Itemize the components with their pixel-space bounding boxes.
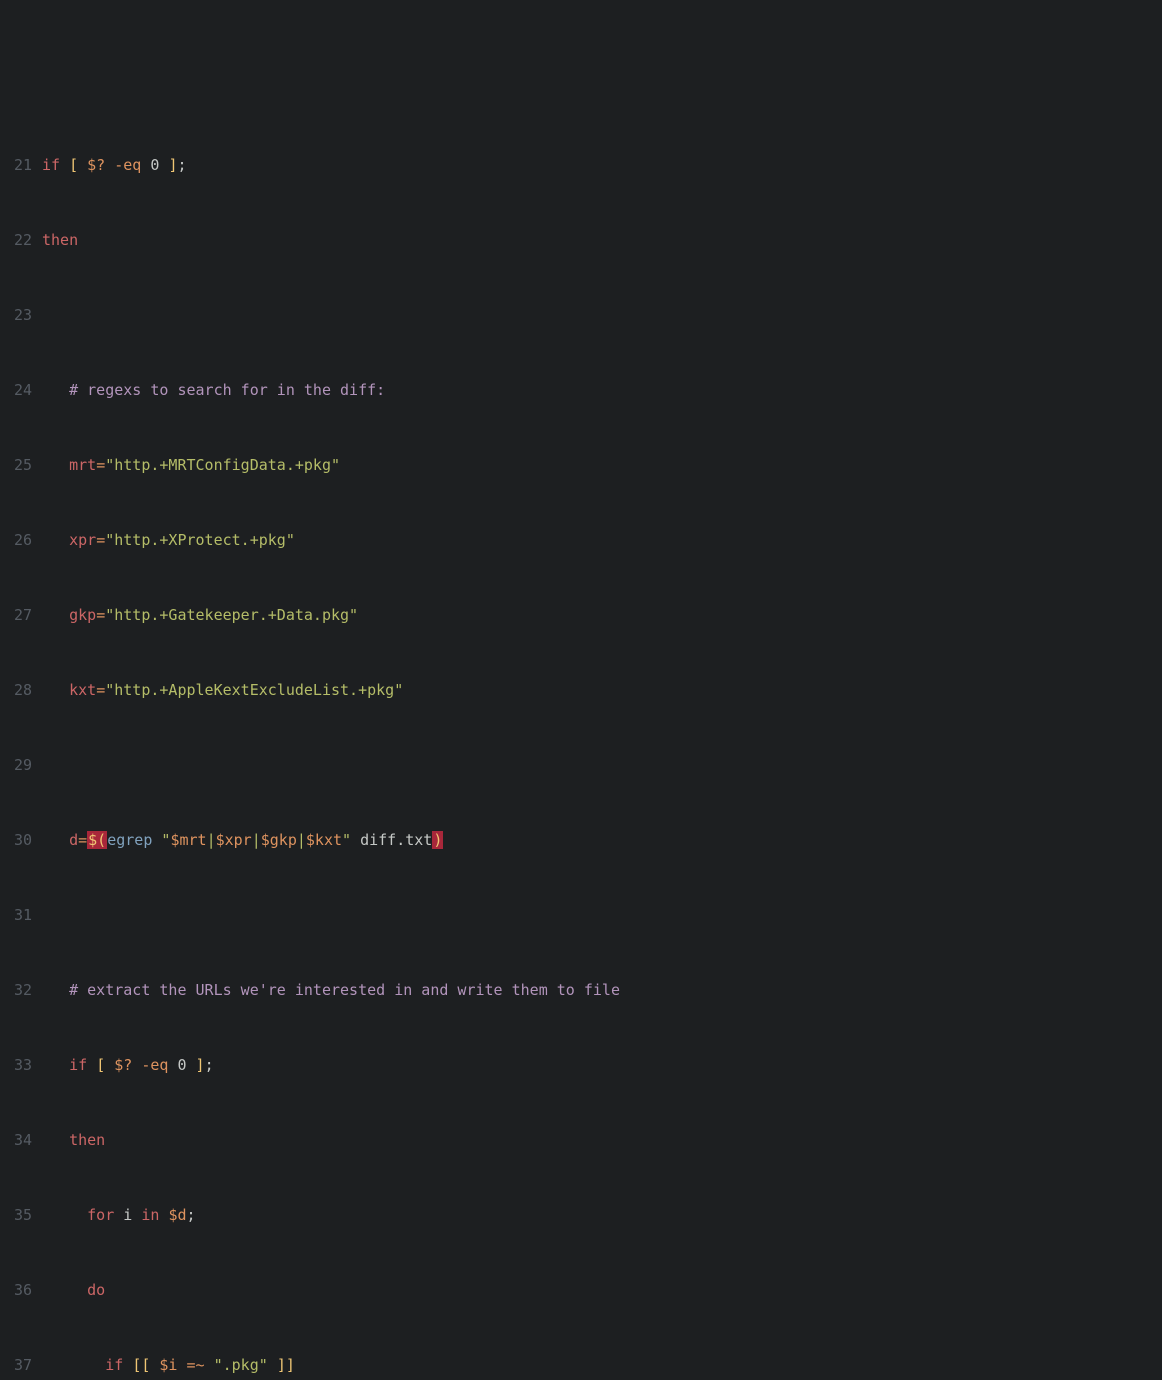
comment: # regexs to search for in the diff: (69, 381, 385, 399)
assign: = (96, 456, 105, 474)
code-line: 23 (0, 303, 1162, 328)
string-literal: "http.+AppleKextExcludeList.+pkg" (105, 681, 403, 699)
code-line: 27 gkp="http.+Gatekeeper.+Data.pkg" (0, 603, 1162, 628)
string-literal: "http.+XProtect.+pkg" (105, 531, 295, 549)
line-number: 33 (0, 1053, 42, 1078)
var-i: $i (159, 1356, 177, 1374)
code-line: 22then (0, 228, 1162, 253)
keyword-if: if (69, 1056, 87, 1074)
code-line: 24 # regexs to search for in the diff: (0, 378, 1162, 403)
line-number: 35 (0, 1203, 42, 1228)
quote: " (342, 831, 351, 849)
line-number: 37 (0, 1353, 42, 1378)
op-eq: -eq (141, 1056, 168, 1074)
loop-var: i (123, 1206, 132, 1224)
code-line: 31 (0, 903, 1162, 928)
line-number: 36 (0, 1278, 42, 1303)
var-gkp: $gkp (261, 831, 297, 849)
cmd-egrep: egrep (107, 831, 152, 849)
code-line: 37 if [[ $i =~ ".pkg" ]] (0, 1353, 1162, 1378)
code-editor[interactable]: 21if [ $? -eq 0 ]; 22then 23 24 # regexs… (0, 103, 1162, 1380)
quote: " (161, 831, 170, 849)
line-number: 28 (0, 678, 42, 703)
bracket-open: [ (96, 1056, 105, 1074)
bracket-close: ] (196, 1056, 205, 1074)
code-line: 34 then (0, 1128, 1162, 1153)
keyword-then: then (69, 1131, 105, 1149)
pipe-literal: | (297, 831, 306, 849)
line-number: 26 (0, 528, 42, 553)
keyword-if: if (42, 156, 60, 174)
pipe-literal: | (252, 831, 261, 849)
string-literal: "http.+MRTConfigData.+pkg" (105, 456, 340, 474)
code-line: 30 d=$(egrep "$mrt|$xpr|$gkp|$kxt" diff.… (0, 828, 1162, 853)
keyword-then: then (42, 231, 78, 249)
line-number: 22 (0, 228, 42, 253)
code-line: 25 mrt="http.+MRTConfigData.+pkg" (0, 453, 1162, 478)
keyword-do: do (87, 1281, 105, 1299)
bracket-close: ]] (277, 1356, 295, 1374)
var-name: mrt (69, 456, 96, 474)
line-number: 29 (0, 753, 42, 778)
string-literal: "http.+Gatekeeper.+Data.pkg" (105, 606, 358, 624)
code-line: 32 # extract the URLs we're interested i… (0, 978, 1162, 1003)
op-regex-match: =~ (187, 1356, 205, 1374)
code-line: 35 for i in $d; (0, 1203, 1162, 1228)
var-exit-status: $? (87, 156, 105, 174)
line-number: 31 (0, 903, 42, 928)
var-xpr: $xpr (216, 831, 252, 849)
code-line: 28 kxt="http.+AppleKextExcludeList.+pkg" (0, 678, 1162, 703)
semicolon: ; (177, 156, 186, 174)
line-number: 27 (0, 603, 42, 628)
var-mrt: $mrt (170, 831, 206, 849)
var-name: kxt (69, 681, 96, 699)
var-d: $d (168, 1206, 186, 1224)
semicolon: ; (187, 1206, 196, 1224)
var-name: xpr (69, 531, 96, 549)
assign: = (96, 531, 105, 549)
semicolon: ; (205, 1056, 214, 1074)
code-line: 21if [ $? -eq 0 ]; (0, 153, 1162, 178)
line-number: 24 (0, 378, 42, 403)
keyword-for: for (87, 1206, 114, 1224)
code-line: 36 do (0, 1278, 1162, 1303)
subshell-open: $( (87, 831, 107, 849)
filename: diff.txt (360, 831, 432, 849)
var-exit-status: $? (114, 1056, 132, 1074)
keyword-if: if (105, 1356, 123, 1374)
line-number: 25 (0, 453, 42, 478)
string-literal: ".pkg" (214, 1356, 268, 1374)
assign: = (78, 831, 87, 849)
line-number: 21 (0, 153, 42, 178)
line-number: 23 (0, 303, 42, 328)
code-line: 29 (0, 753, 1162, 778)
assign: = (96, 681, 105, 699)
comment: # extract the URLs we're interested in a… (69, 981, 620, 999)
code-line: 33 if [ $? -eq 0 ]; (0, 1053, 1162, 1078)
op-eq: -eq (114, 156, 141, 174)
line-number: 34 (0, 1128, 42, 1153)
var-name: gkp (69, 606, 96, 624)
keyword-in: in (141, 1206, 159, 1224)
bracket-open: [ (69, 156, 78, 174)
assign: = (96, 606, 105, 624)
pipe-literal: | (207, 831, 216, 849)
literal-zero: 0 (177, 1056, 186, 1074)
bracket-open: [[ (132, 1356, 150, 1374)
code-line: 26 xpr="http.+XProtect.+pkg" (0, 528, 1162, 553)
subshell-close: ) (432, 831, 443, 849)
line-number: 30 (0, 828, 42, 853)
line-number: 32 (0, 978, 42, 1003)
var-name: d (69, 831, 78, 849)
var-kxt: $kxt (306, 831, 342, 849)
